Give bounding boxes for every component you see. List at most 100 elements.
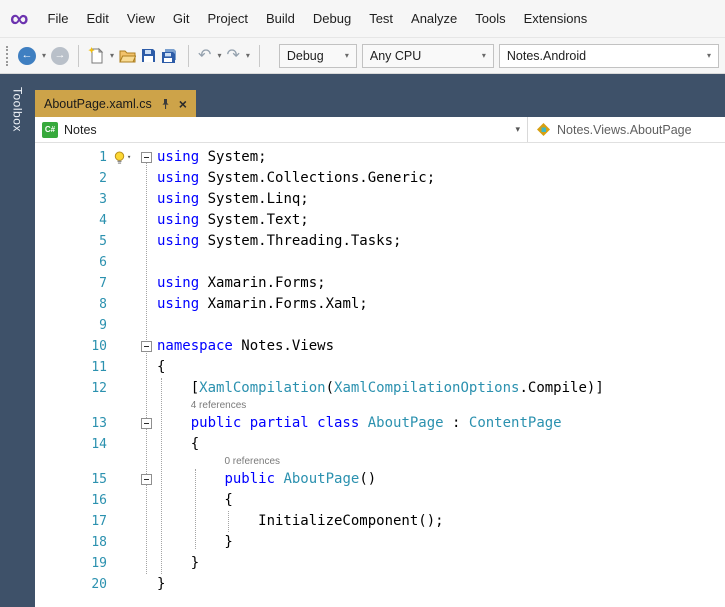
menu-item-view[interactable]: View bbox=[118, 0, 164, 37]
codelens-references[interactable]: 4 references bbox=[35, 399, 725, 413]
code-line-16[interactable]: 16 { bbox=[35, 490, 725, 511]
code-line-3[interactable]: 3using System.Linq; bbox=[35, 189, 725, 210]
code-line-2[interactable]: 2using System.Collections.Generic; bbox=[35, 168, 725, 189]
code-line-15[interactable]: 15 public AboutPage() bbox=[35, 469, 725, 490]
glyph-margin bbox=[113, 490, 137, 511]
close-icon[interactable]: × bbox=[179, 97, 187, 111]
undo-icon: ↶ bbox=[198, 48, 211, 64]
redo-button[interactable]: ↷ bbox=[226, 44, 239, 68]
code-text: using System.Text; bbox=[155, 210, 309, 231]
line-number: 12 bbox=[35, 378, 113, 399]
code-line-18[interactable]: 18 } bbox=[35, 532, 725, 553]
glyph-margin bbox=[113, 315, 137, 336]
new-file-button[interactable] bbox=[88, 44, 104, 68]
code-text: namespace Notes.Views bbox=[155, 336, 334, 357]
redo-dropdown-chevron-icon[interactable]: ▾ bbox=[246, 51, 250, 60]
line-number: 13 bbox=[35, 413, 113, 434]
code-line-11[interactable]: 11{ bbox=[35, 357, 725, 378]
save-all-icon bbox=[161, 48, 179, 64]
solution-configuration-dropdown[interactable]: Debug ▾ bbox=[279, 44, 357, 68]
fold-collapse-box[interactable] bbox=[141, 341, 152, 352]
glyph-margin bbox=[113, 210, 137, 231]
open-file-button[interactable] bbox=[119, 44, 136, 68]
type-member-dropdown[interactable]: Notes.Views.AboutPage bbox=[528, 117, 725, 142]
document-tab-well: AboutPage.xaml.cs × bbox=[35, 74, 725, 117]
menu-item-edit[interactable]: Edit bbox=[78, 0, 118, 37]
left-dock-strip: Toolbox bbox=[0, 74, 35, 607]
pin-icon[interactable] bbox=[160, 98, 171, 110]
csharp-project-icon: C# bbox=[42, 122, 58, 138]
save-all-button[interactable] bbox=[161, 44, 179, 68]
toolbar: ← ▾ → ▾ ↶ bbox=[0, 38, 725, 74]
menu-item-git[interactable]: Git bbox=[164, 0, 199, 37]
toolbar-separator bbox=[188, 45, 189, 67]
tab-aboutpage-xaml-cs[interactable]: AboutPage.xaml.cs × bbox=[35, 90, 196, 117]
code-line-17[interactable]: 17 InitializeComponent(); bbox=[35, 511, 725, 532]
code-line-7[interactable]: 7using Xamarin.Forms; bbox=[35, 273, 725, 294]
menu-item-debug[interactable]: Debug bbox=[304, 0, 360, 37]
navigate-back-button[interactable]: ← bbox=[18, 44, 36, 68]
glyph-margin bbox=[113, 252, 137, 273]
glyph-margin bbox=[113, 469, 137, 490]
code-line-8[interactable]: 8using Xamarin.Forms.Xaml; bbox=[35, 294, 725, 315]
menu-item-file[interactable]: File bbox=[39, 0, 78, 37]
fold-collapse-box[interactable] bbox=[141, 474, 152, 485]
line-number: 7 bbox=[35, 273, 113, 294]
startup-project-dropdown[interactable]: Notes.Android ▾ bbox=[499, 44, 719, 68]
menu-item-analyze[interactable]: Analyze bbox=[402, 0, 466, 37]
fold-collapse-box[interactable] bbox=[141, 152, 152, 163]
code-line-6[interactable]: 6 bbox=[35, 252, 725, 273]
back-arrow-icon: ← bbox=[18, 47, 36, 65]
line-number: 17 bbox=[35, 511, 113, 532]
new-file-dropdown-chevron-icon[interactable]: ▾ bbox=[110, 51, 114, 60]
menu-item-tools[interactable]: Tools bbox=[466, 0, 514, 37]
codelens-references[interactable]: 0 references bbox=[35, 455, 725, 469]
code-line-13[interactable]: 13 public partial class AboutPage : Cont… bbox=[35, 413, 725, 434]
code-line-14[interactable]: 14 { bbox=[35, 434, 725, 455]
code-line-4[interactable]: 4using System.Text; bbox=[35, 210, 725, 231]
glyph-margin bbox=[113, 189, 137, 210]
forward-arrow-icon: → bbox=[51, 47, 69, 65]
quick-actions-lightbulb-icon[interactable]: ▾ bbox=[113, 147, 137, 168]
new-file-icon bbox=[88, 47, 104, 64]
save-button[interactable] bbox=[141, 44, 156, 68]
code-line-12[interactable]: 12 [XamlCompilation(XamlCompilationOptio… bbox=[35, 378, 725, 399]
visual-studio-logo-icon: ∞ bbox=[10, 5, 29, 31]
undo-dropdown-chevron-icon[interactable]: ▾ bbox=[217, 51, 221, 60]
glyph-margin bbox=[113, 574, 137, 595]
code-text: } bbox=[155, 532, 233, 553]
line-number: 6 bbox=[35, 252, 113, 273]
toolbox-tool-window-tab[interactable]: Toolbox bbox=[11, 87, 25, 607]
navigate-forward-button[interactable]: → bbox=[51, 44, 69, 68]
code-line-20[interactable]: 20} bbox=[35, 574, 725, 595]
code-editor[interactable]: 1▾using System;2using System.Collections… bbox=[35, 143, 725, 607]
solution-platform-value: Any CPU bbox=[370, 49, 475, 63]
undo-button[interactable]: ↶ bbox=[198, 44, 211, 68]
line-number: 3 bbox=[35, 189, 113, 210]
glyph-margin bbox=[113, 413, 137, 434]
line-number: 19 bbox=[35, 553, 113, 574]
glyph-margin bbox=[113, 336, 137, 357]
menu-item-extensions[interactable]: Extensions bbox=[515, 0, 597, 37]
line-number: 5 bbox=[35, 231, 113, 252]
code-line-19[interactable]: 19 } bbox=[35, 553, 725, 574]
solution-platform-dropdown[interactable]: Any CPU ▾ bbox=[362, 44, 494, 68]
glyph-margin bbox=[113, 231, 137, 252]
fold-collapse-box[interactable] bbox=[141, 418, 152, 429]
project-dropdown[interactable]: C# Notes ▾ bbox=[35, 117, 528, 142]
toolbar-drag-grip[interactable] bbox=[6, 46, 10, 66]
code-line-10[interactable]: 10namespace Notes.Views bbox=[35, 336, 725, 357]
code-line-5[interactable]: 5 using System.Threading.Tasks; bbox=[35, 231, 725, 252]
member-path: Notes.Views.AboutPage bbox=[557, 123, 692, 137]
code-line-9[interactable]: 9 bbox=[35, 315, 725, 336]
menu-item-build[interactable]: Build bbox=[257, 0, 304, 37]
code-text: { bbox=[155, 490, 233, 511]
menu-bar: ∞ FileEditViewGitProjectBuildDebugTestAn… bbox=[0, 0, 725, 38]
code-line-1[interactable]: 1▾using System; bbox=[35, 147, 725, 168]
back-dropdown-chevron-icon[interactable]: ▾ bbox=[42, 51, 46, 60]
code-text: public AboutPage() bbox=[155, 469, 376, 490]
open-folder-icon bbox=[119, 49, 136, 63]
menu-item-project[interactable]: Project bbox=[198, 0, 256, 37]
code-text: using System.Threading.Tasks; bbox=[155, 231, 401, 252]
menu-item-test[interactable]: Test bbox=[360, 0, 402, 37]
